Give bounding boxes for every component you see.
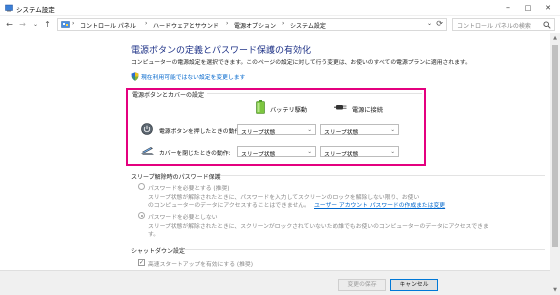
- section-heading-password: スリープ解除時のパスワード保護: [131, 174, 221, 181]
- minimize-button[interactable]: –: [498, 0, 518, 16]
- no-password-desc: す。: [148, 232, 160, 238]
- section-divider: [220, 175, 545, 176]
- no-password-desc: スリープ状態が解除されたときに、スクリーンがロックされていないため誰でもお使いの…: [148, 224, 489, 230]
- refresh-icon[interactable]: ⟳: [436, 19, 443, 28]
- chevron-down-icon: ⌄: [390, 148, 395, 155]
- maximize-button[interactable]: □: [518, 0, 538, 16]
- lid-close-action-label: カバーを閉じたときの動作:: [159, 151, 231, 157]
- section-divider: [207, 93, 422, 94]
- breadcrumb-hardware-sound[interactable]: ハードウェアとサウンド: [153, 21, 219, 30]
- require-password-label: パスワードを必要とする (推奨): [148, 186, 230, 192]
- recent-locations-dropdown[interactable]: ⌄: [30, 19, 41, 30]
- search-icon[interactable]: [543, 21, 551, 29]
- power-button-action-label: 電源ボタンを押したときの動作:: [159, 129, 243, 135]
- lid-close-plugged-select[interactable]: スリープ状態 ⌄: [320, 146, 399, 158]
- power-button-icon: [141, 123, 153, 135]
- chevron-down-icon: ⌄: [307, 126, 312, 133]
- search-box[interactable]: コントロール パネルの検索: [452, 18, 555, 31]
- lid-close-plugged-value: スリープ状態: [324, 151, 359, 158]
- page-description: コンピューターの電源設定を選択できます。このページの設定に対して行う変更は、お使…: [131, 60, 471, 66]
- lid-close-battery-value: スリープ状態: [241, 151, 276, 158]
- back-button[interactable]: ←: [4, 19, 15, 30]
- breadcrumb-separator: ›: [72, 20, 75, 27]
- require-password-radio[interactable]: [138, 183, 145, 190]
- section-divider: [183, 249, 545, 250]
- address-history-dropdown[interactable]: ⌄: [427, 20, 432, 27]
- close-button[interactable]: ✕: [538, 0, 558, 16]
- content-pane: 電源ボタンの定義とパスワード保護の有効化 コンピューターの電源設定を選択できます…: [0, 33, 560, 295]
- column-header-battery: バッテリ駆動: [270, 107, 308, 114]
- fast-startup-checkbox[interactable]: ✓: [138, 259, 145, 266]
- change-unavailable-settings-link[interactable]: 現在利用可能ではない設定を変更します: [141, 72, 245, 81]
- require-password-desc: のコンピューターのデータにアクセスすることはできません。: [148, 203, 310, 209]
- breadcrumb-separator[interactable]: ›: [282, 20, 284, 27]
- forward-button[interactable]: →: [17, 19, 28, 30]
- battery-icon: [256, 100, 265, 114]
- breadcrumb-power-options[interactable]: 電源オプション: [234, 21, 276, 30]
- power-button-plugged-value: スリープ状態: [324, 129, 359, 136]
- title-bar: システム設定 – □ ✕: [0, 0, 560, 16]
- cancel-button[interactable]: キャンセル: [390, 279, 438, 291]
- save-changes-button[interactable]: 変更の保存: [338, 279, 386, 291]
- vertical-scrollbar[interactable]: ▲ ▼: [550, 33, 560, 295]
- no-password-radio[interactable]: [138, 212, 145, 219]
- breadcrumb-system-settings[interactable]: システム設定: [290, 21, 326, 30]
- fast-startup-label: 高速スタートアップを有効にする (推奨): [148, 262, 253, 268]
- scroll-up-arrow[interactable]: ▲: [550, 33, 560, 43]
- up-button[interactable]: ↑: [42, 19, 53, 30]
- scroll-thumb[interactable]: [552, 45, 558, 247]
- page-title: 電源ボタンの定義とパスワード保護の有効化: [131, 46, 312, 56]
- power-options-icon: [5, 4, 13, 12]
- section-heading-power-buttons: 電源ボタンとカバーの設定: [132, 92, 205, 99]
- section-heading-shutdown: シャットダウン設定: [131, 248, 186, 255]
- scroll-down-arrow[interactable]: ▼: [550, 285, 560, 295]
- laptop-lid-icon: [141, 147, 154, 155]
- footer-bar: 変更の保存 キャンセル: [0, 270, 550, 295]
- power-button-battery-value: スリープ状態: [241, 129, 276, 136]
- breadcrumb-control-panel[interactable]: コントロール パネル: [80, 21, 136, 30]
- plug-icon: [334, 105, 347, 110]
- no-password-label: パスワードを必要としない: [148, 215, 218, 221]
- address-field[interactable]: › コントロール パネル › ハードウェアとサウンド › 電源オプション › シ…: [57, 18, 447, 31]
- lid-close-battery-select[interactable]: スリープ状態 ⌄: [237, 146, 316, 158]
- power-button-battery-select[interactable]: スリープ状態 ⌄: [237, 124, 316, 136]
- address-bar-row: ← → ⌄ ↑ › コントロール パネル › ハードウェアとサウンド › 電源オ…: [0, 16, 560, 33]
- power-button-plugged-select[interactable]: スリープ状態 ⌄: [320, 124, 399, 136]
- breadcrumb-separator[interactable]: ›: [145, 20, 147, 27]
- control-panel-icon: [61, 21, 70, 28]
- column-header-plugged-in: 電源に接続: [352, 107, 383, 114]
- window-title: システム設定: [16, 6, 55, 14]
- chevron-down-icon: ⌄: [390, 126, 395, 133]
- chevron-down-icon: ⌄: [307, 148, 312, 155]
- uac-shield-icon: [131, 72, 139, 81]
- breadcrumb-separator[interactable]: ›: [226, 20, 228, 27]
- search-input[interactable]: コントロール パネルの検索: [457, 21, 531, 30]
- create-change-password-link[interactable]: ユーザー アカウント パスワードの作成または変更: [314, 200, 445, 209]
